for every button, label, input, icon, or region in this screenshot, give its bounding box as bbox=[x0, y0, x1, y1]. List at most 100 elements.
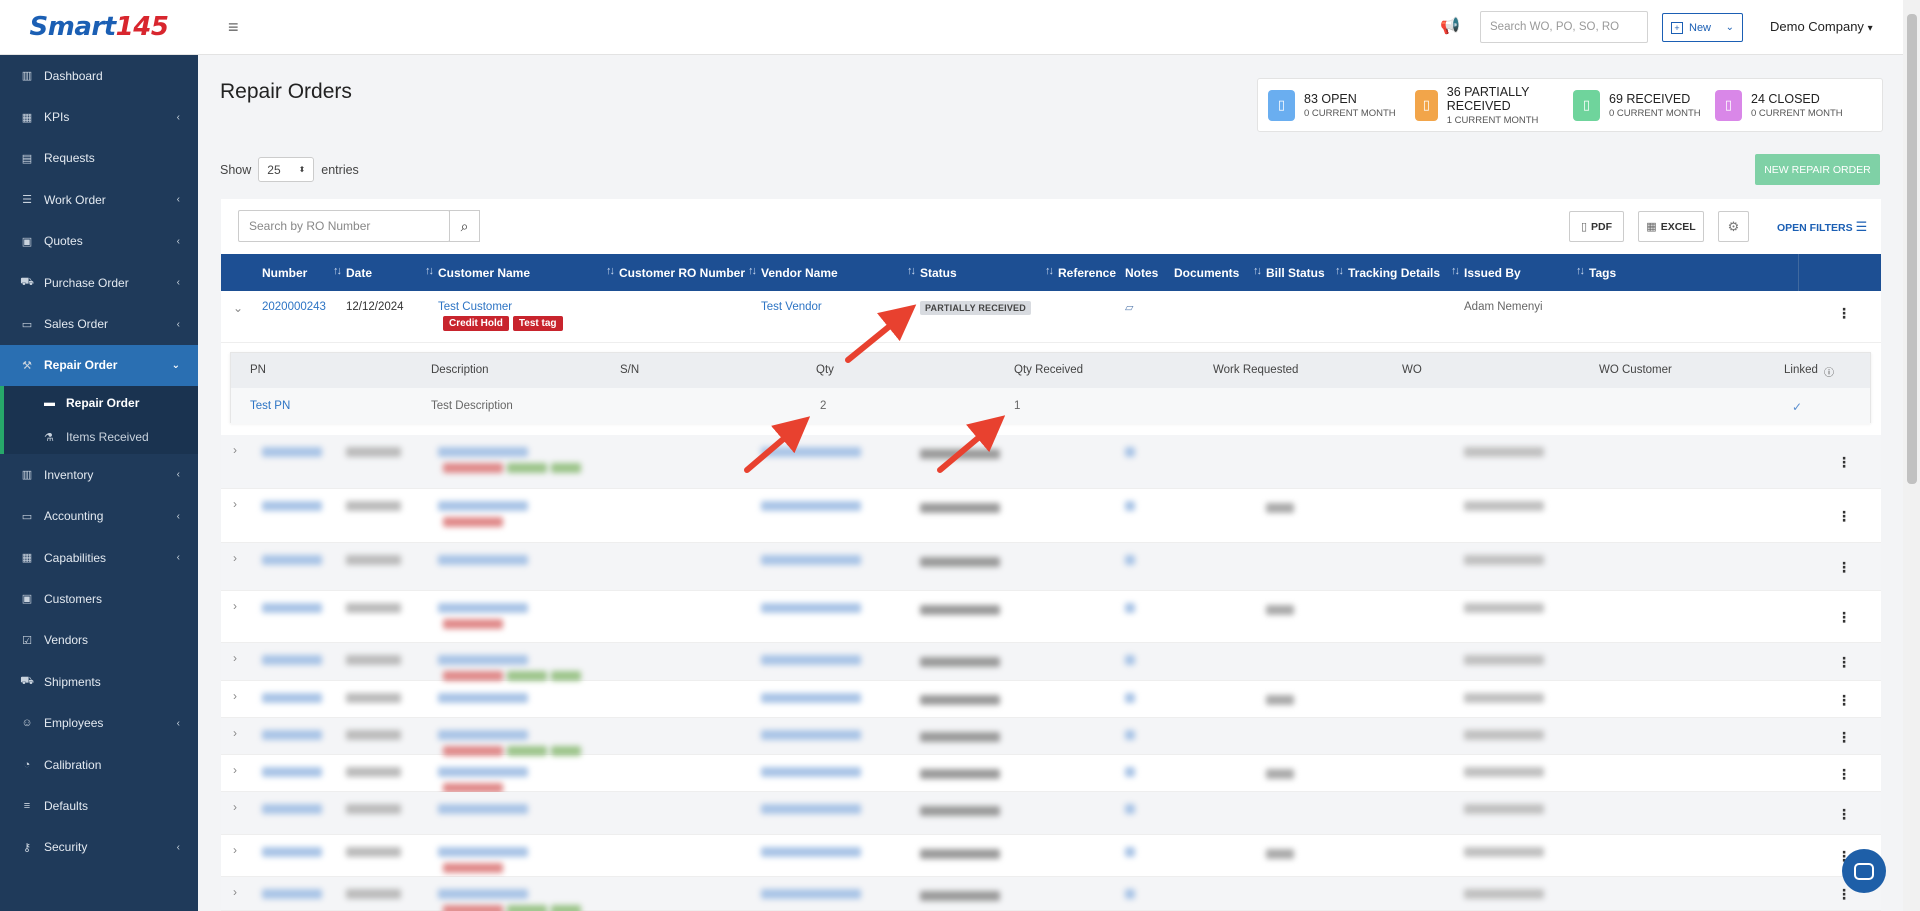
table-row[interactable]: › ⋮ bbox=[221, 489, 1881, 543]
table-row[interactable]: › ⋮ bbox=[221, 835, 1881, 877]
table-row[interactable]: › ⋮ bbox=[221, 792, 1881, 835]
ro-search-input[interactable]: Search by RO Number bbox=[238, 210, 450, 242]
redacted-text bbox=[443, 671, 503, 681]
table-row[interactable]: ⌄ 2020000243 12/12/2024 Test Customer Cr… bbox=[221, 291, 1881, 343]
sidebar-item-sales-order[interactable]: ▭ Sales Order ‹ bbox=[0, 303, 198, 344]
row-menu-icon[interactable]: ⋮ bbox=[1837, 766, 1851, 783]
stat-card[interactable]: ▯ 36 PARTIALLY RECEIVED 1 CURRENT MONTH bbox=[1415, 85, 1573, 126]
company-selector[interactable]: Demo Company ▾ bbox=[1770, 19, 1873, 34]
sidebar-item-requests[interactable]: ▤ Requests bbox=[0, 138, 198, 179]
stat-card[interactable]: ▯ 83 OPEN 0 CURRENT MONTH bbox=[1268, 89, 1415, 121]
chat-icon bbox=[1854, 862, 1874, 880]
sidebar-subitem-items-received[interactable]: ⚗ Items Received bbox=[0, 420, 198, 455]
sidebar-subitem-repair-order[interactable]: ▬ Repair Order bbox=[0, 386, 198, 421]
sidebar-item-accounting[interactable]: ▭ Accounting ‹ bbox=[0, 496, 198, 537]
column-header-date[interactable]: Date ↑↓ bbox=[346, 254, 438, 291]
search-button[interactable]: ⌕ bbox=[449, 210, 480, 242]
sidebar-item-defaults[interactable]: ≡ Defaults bbox=[0, 785, 198, 826]
redacted-text bbox=[761, 655, 861, 665]
table-row[interactable]: › ⋮ bbox=[221, 877, 1881, 911]
sidebar-item-security[interactable]: ⚷ Security ‹ bbox=[0, 827, 198, 868]
entries-select[interactable]: 25 ⬍ bbox=[258, 157, 315, 182]
new-repair-order-button[interactable]: NEW REPAIR ORDER bbox=[1755, 154, 1880, 185]
row-menu-icon[interactable]: ⋮ bbox=[1837, 609, 1851, 626]
redacted-text bbox=[1464, 847, 1544, 857]
global-search-input[interactable]: Search WO, PO, SO, RO bbox=[1480, 11, 1648, 43]
row-menu-icon[interactable]: ⋮ bbox=[1837, 729, 1851, 746]
pn-link[interactable]: Test PN bbox=[250, 400, 290, 412]
stat-card[interactable]: ▯ 69 RECEIVED 0 CURRENT MONTH bbox=[1573, 89, 1715, 121]
column-header-documents[interactable]: Documents ↑↓ bbox=[1174, 254, 1266, 291]
chevron-down-icon[interactable]: ⌄ bbox=[233, 301, 243, 315]
table-row[interactable]: › ⋮ bbox=[221, 755, 1881, 793]
notes-icon[interactable]: ▱ bbox=[1125, 301, 1133, 314]
column-header-tracking-details[interactable]: Tracking Details ↑↓ bbox=[1348, 254, 1464, 291]
redacted-text bbox=[920, 849, 1000, 859]
page-scrollbar[interactable] bbox=[1903, 0, 1920, 911]
sidebar-item-capabilities[interactable]: ▦ Capabilities ‹ bbox=[0, 537, 198, 578]
row-menu-icon[interactable]: ⋮ bbox=[1837, 886, 1851, 903]
logo[interactable]: Smart145 bbox=[0, 0, 198, 55]
chevron-left-icon: ‹ bbox=[176, 111, 180, 123]
announcement-icon[interactable]: 📢 bbox=[1440, 16, 1460, 36]
toolbox-icon: ⚒ bbox=[22, 359, 32, 372]
sidebar-nav-bottom: ▥ Inventory ‹ ▭ Accounting ‹ ▦ Capabilities ‹ ▣ Cu… bbox=[0, 454, 198, 868]
vendor-link[interactable]: Test Vendor bbox=[761, 301, 822, 313]
stat-card[interactable]: ▯ 24 CLOSED 0 CURRENT MONTH bbox=[1715, 89, 1855, 121]
table-row[interactable]: › ⋮ bbox=[221, 435, 1881, 489]
sidebar-item-kpis[interactable]: ▦ KPIs ‹ bbox=[0, 96, 198, 137]
menu-toggle-icon[interactable]: ≡ bbox=[228, 17, 239, 38]
sidebar-item-inventory[interactable]: ▥ Inventory ‹ bbox=[0, 454, 198, 495]
blurred-content bbox=[221, 755, 1881, 793]
row-menu-icon[interactable]: ⋮ bbox=[1837, 508, 1851, 525]
new-button[interactable]: + New ⌄ bbox=[1662, 13, 1743, 42]
sidebar-item-employees[interactable]: ☺ Employees ‹ bbox=[0, 702, 198, 743]
redacted-text bbox=[346, 603, 401, 613]
column-header-number[interactable]: Number ↑↓ bbox=[262, 254, 346, 291]
open-filters-button[interactable]: OPEN FILTERS ☰ bbox=[1777, 219, 1867, 235]
redacted-text bbox=[551, 463, 581, 473]
blurred-content bbox=[221, 435, 1881, 488]
column-header-bill-status[interactable]: Bill Status ↑↓ bbox=[1266, 254, 1348, 291]
redacted-text bbox=[761, 730, 861, 740]
column-header-vendor-name[interactable]: Vendor Name ↑↓ bbox=[761, 254, 920, 291]
table-row[interactable]: › ⋮ bbox=[221, 591, 1881, 643]
column-header-status[interactable]: Status ↑↓ bbox=[920, 254, 1058, 291]
row-menu-icon[interactable]: ⋮ bbox=[1837, 454, 1851, 471]
redacted-text bbox=[761, 603, 861, 613]
ro-number-link[interactable]: 2020000243 bbox=[262, 301, 326, 313]
scrollbar-thumb[interactable] bbox=[1907, 14, 1917, 484]
column-header-issued-by[interactable]: Issued By ↑↓ bbox=[1464, 254, 1589, 291]
column-header-customer-name[interactable]: Customer Name ↑↓ bbox=[438, 254, 619, 291]
sidebar-item-vendors[interactable]: ☑ Vendors bbox=[0, 620, 198, 661]
row-menu-icon[interactable]: ⋮ bbox=[1837, 559, 1851, 576]
row-menu-icon[interactable]: ⋮ bbox=[1837, 305, 1851, 322]
truck-icon: ⛟ bbox=[20, 674, 34, 687]
chat-widget-button[interactable] bbox=[1842, 849, 1886, 893]
column-header-customer-ro-number[interactable]: Customer RO Number ↑↓ bbox=[619, 254, 761, 291]
pdf-button[interactable]: ▯ PDF bbox=[1569, 211, 1624, 242]
sidebar-item-purchase-order[interactable]: ⛟ Purchase Order ‹ bbox=[0, 262, 198, 303]
sidebar-item-dashboard[interactable]: ▥ Dashboard bbox=[0, 55, 198, 96]
sidebar-item-repair-order[interactable]: ⚒ Repair Order ⌄ bbox=[0, 344, 198, 387]
table-row[interactable]: › ⋮ bbox=[221, 681, 1881, 718]
redacted-text bbox=[262, 693, 322, 703]
document-check-icon: ▯ bbox=[1573, 89, 1600, 121]
settings-button[interactable]: ⚙ bbox=[1718, 211, 1749, 242]
sidebar-item-customers[interactable]: ▣ Customers bbox=[0, 578, 198, 619]
row-menu-icon[interactable]: ⋮ bbox=[1837, 654, 1851, 671]
sidebar-item-shipments[interactable]: ⛟ Shipments bbox=[0, 661, 198, 702]
table-row[interactable]: › ⋮ bbox=[221, 643, 1881, 681]
sidebar-item-quotes[interactable]: ▣ Quotes ‹ bbox=[0, 221, 198, 262]
sidebar-item-work-order[interactable]: ☰ Work Order ‹ bbox=[0, 179, 198, 220]
info-icon[interactable]: ⓘ bbox=[1824, 364, 1834, 379]
sidebar-subitem-label: Items Received bbox=[66, 430, 149, 445]
row-menu-icon[interactable]: ⋮ bbox=[1837, 806, 1851, 823]
redacted-text bbox=[1464, 447, 1544, 457]
sidebar-item-calibration[interactable]: ◔ Calibration bbox=[0, 744, 198, 785]
row-menu-icon[interactable]: ⋮ bbox=[1837, 692, 1851, 709]
excel-button[interactable]: ▦ EXCEL bbox=[1638, 211, 1704, 242]
table-row[interactable]: › ⋮ bbox=[221, 718, 1881, 756]
customer-link[interactable]: Test Customer bbox=[438, 301, 512, 313]
table-row[interactable]: › ⋮ bbox=[221, 543, 1881, 591]
